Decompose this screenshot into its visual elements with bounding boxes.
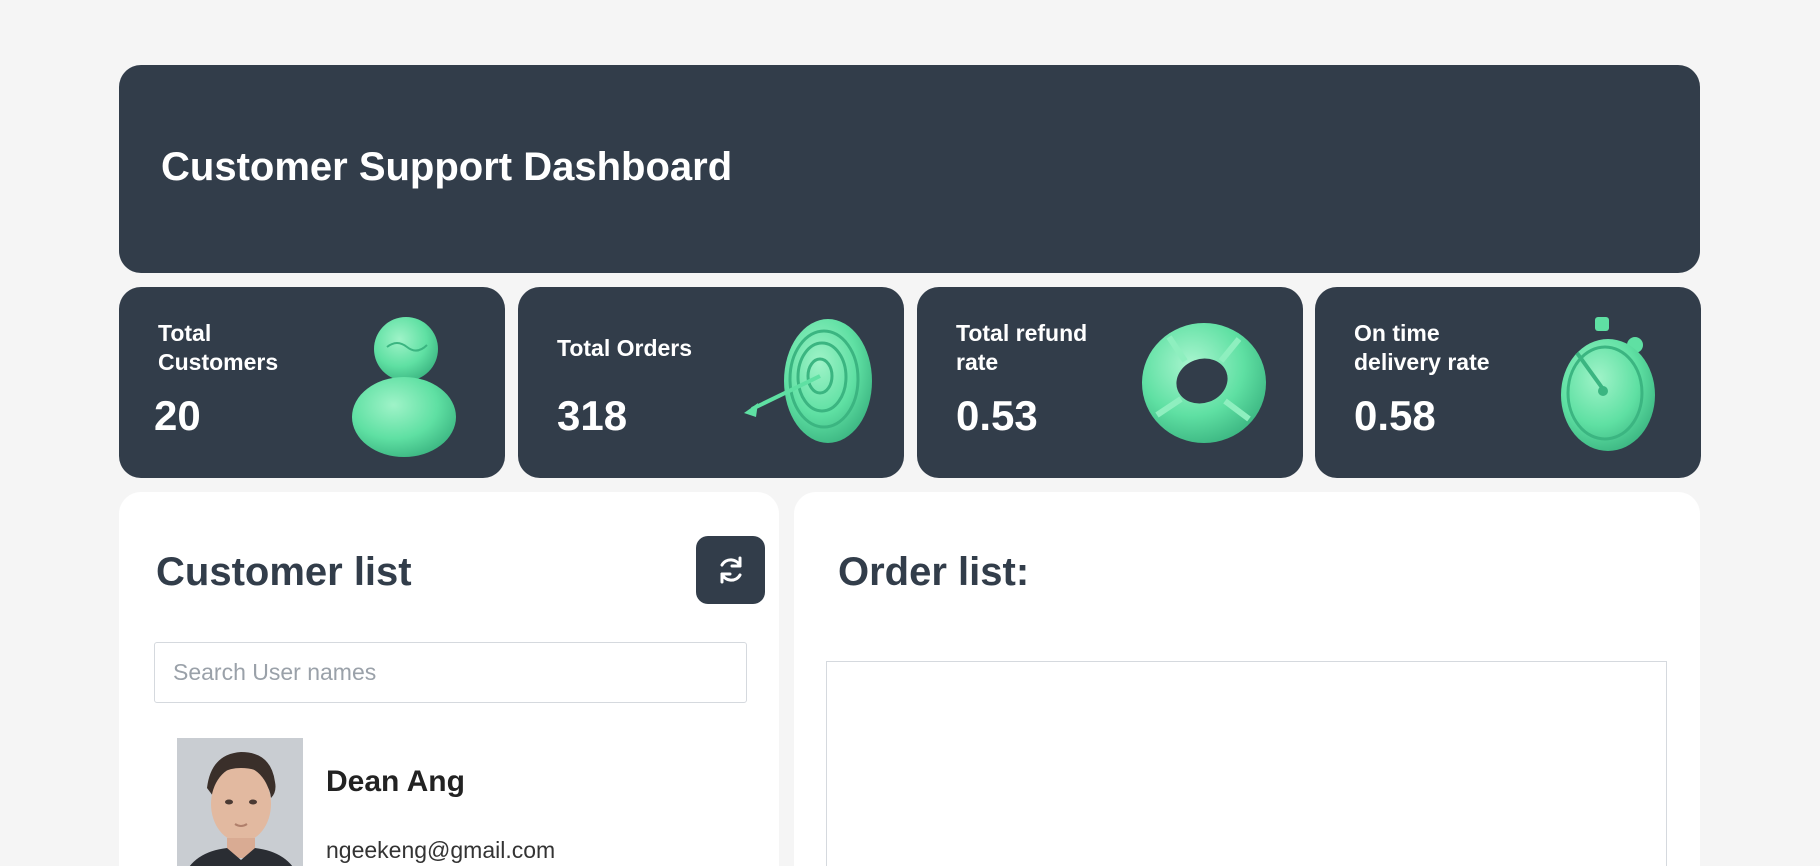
stat-value: 0.53 — [956, 392, 1038, 439]
customer-list-title: Customer list — [156, 550, 412, 594]
customer-email: ngeekeng@gmail.com — [326, 837, 556, 863]
order-list-panel: Order list: — [794, 492, 1700, 866]
search-input[interactable] — [154, 642, 747, 703]
stat-value: 318 — [557, 392, 628, 439]
stat-label: Total Customers — [158, 320, 279, 375]
stat-label: On time delivery rate — [1354, 320, 1490, 375]
customer-list-panel: Customer list Dean Ang ngeekeng@gmail — [119, 492, 779, 866]
avatar — [177, 738, 303, 866]
refresh-button[interactable] — [696, 536, 765, 604]
order-list-container — [826, 661, 1667, 866]
stat-value: 20 — [154, 392, 201, 439]
stat-label: Total Orders — [557, 335, 693, 361]
stopwatch-icon — [1561, 317, 1655, 451]
lifebuoy-icon — [1142, 323, 1266, 443]
user-icon — [352, 317, 456, 457]
dashboard-header: Customer Support Dashboard — [119, 65, 1700, 273]
page-title: Customer Support Dashboard — [161, 145, 733, 189]
refresh-icon — [720, 556, 741, 584]
target-icon — [744, 319, 872, 443]
customer-name: Dean Ang — [326, 765, 465, 798]
stat-value: 0.58 — [1354, 392, 1436, 439]
stat-card-total-orders: Total Orders 318 — [518, 287, 904, 478]
stat-card-refund-rate: Total refund rate 0.53 — [917, 287, 1303, 478]
stat-label: Total refund rate — [956, 320, 1088, 375]
stat-card-total-customers: Total Customers 20 — [119, 287, 505, 478]
stat-card-delivery-rate: On time delivery rate 0.58 — [1315, 287, 1701, 478]
order-list-title: Order list: — [838, 550, 1030, 594]
customer-list-item[interactable]: Dean Ang ngeekeng@gmail.com — [177, 738, 737, 866]
